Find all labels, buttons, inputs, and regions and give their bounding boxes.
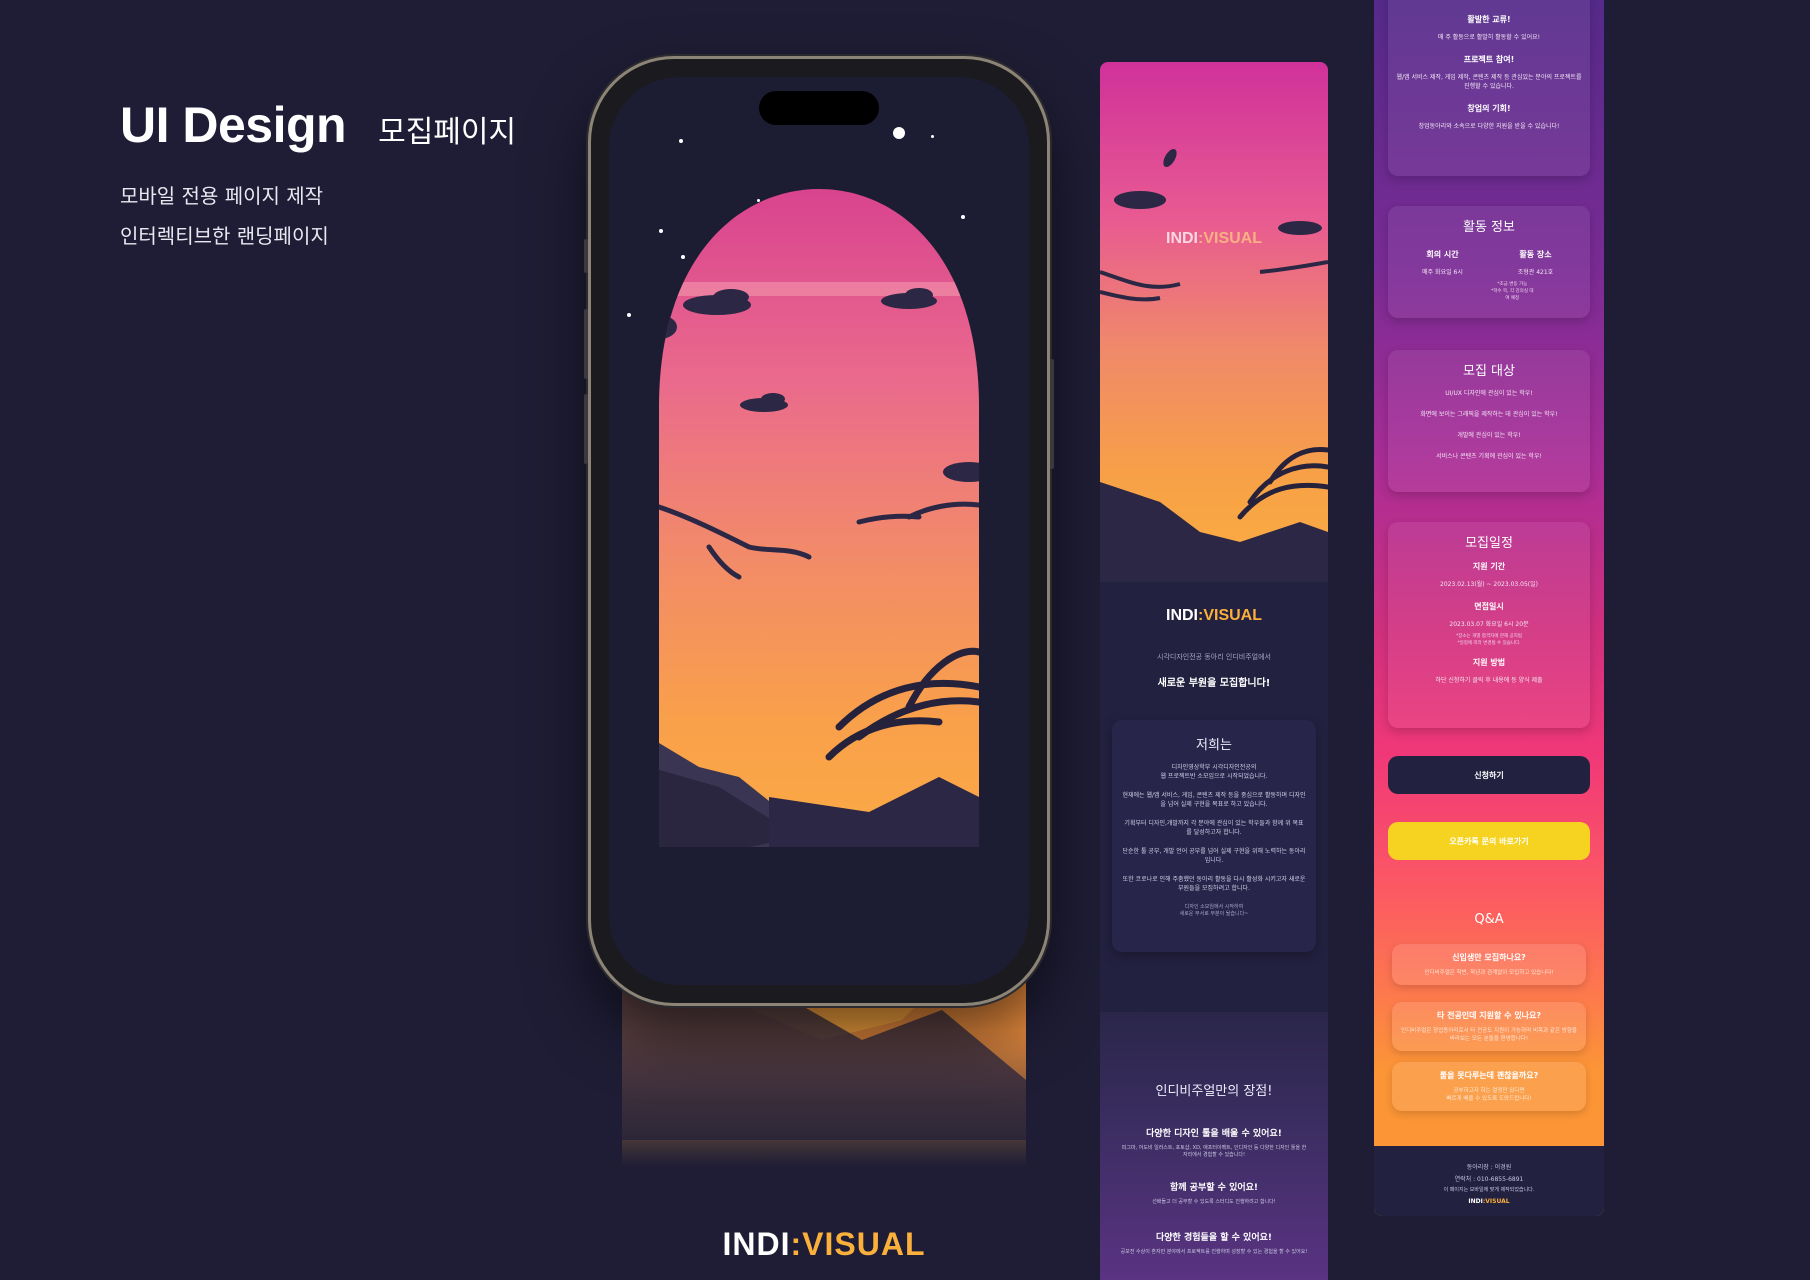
landing-preview-right[interactable]: 활발한 교류! 매 주 활동으로 활발히 활동할 수 있어요! 프로젝트 참여!… <box>1374 0 1604 1216</box>
sunset-illustration <box>659 189 979 847</box>
activity-title: 활동 정보 <box>1463 220 1515 235</box>
about-paragraph: 현재에는 웹/앱 서비스, 게임, 콘텐츠 제작 등을 중심으로 활동하며 디자… <box>1122 792 1306 808</box>
features-title: 인디비주얼만의 장점! <box>1155 1084 1273 1099</box>
phone-screen <box>609 77 1029 985</box>
reflection-logo: INDI:VISUAL <box>722 1226 926 1262</box>
qa-item[interactable]: 신입생만 모집하나요? 인디비주얼은 학번, 학년과 관계없이 모집하고 있습니… <box>1392 944 1586 985</box>
feature-title: 창업의 기회! <box>1467 104 1511 113</box>
feature-text: 공모전 수상이 혼자만 분야에서 프로젝트를 진행하며 성장할 수 있는 경험을… <box>1120 1249 1308 1255</box>
about-card: 저희는 디자인영상학부 시각디자인전공의 웹 프로젝트반 소모임으로 시작되었습… <box>1112 720 1316 952</box>
target-item: 화면에 보이는 그래픽을 제작하는 데 관심이 있는 학우! <box>1420 411 1558 418</box>
recruit-headline: 새로운 부원을 모집합니다! <box>1157 678 1271 689</box>
feature-title: 함께 공부할 수 있어요! <box>1169 1183 1259 1193</box>
about-title: 저희는 <box>1196 738 1232 753</box>
feature-title: 다양한 경험들을 할 수 있어요! <box>1156 1233 1272 1243</box>
feature-title: 다양한 디자인 툴을 배울 수 있어요! <box>1146 1129 1282 1139</box>
phone-mockup <box>584 56 1054 1006</box>
footer: 동아리장 : 이경원 연락처 : 010-6855-6891 이 페이지는 모바… <box>1374 1146 1604 1216</box>
hero-logo: INDI:VISUAL <box>1166 230 1262 247</box>
qa-item[interactable]: 타 전공인데 지원할 수 있나요? 인디비주얼은 창업동아리로서 타 전공도 지… <box>1392 1002 1586 1051</box>
description-line-2: 인터렉티브한 랜딩페이지 <box>120 224 329 248</box>
activity-card: 활동 정보 회의 시간 매주 화요일 6시 활동 장소 조형관 421호 *조금… <box>1388 206 1590 318</box>
apply-button[interactable]: 신청하기 <box>1388 756 1590 794</box>
activity-grid: 회의 시간 매주 화요일 6시 활동 장소 조형관 421호 *조금 변동 가능… <box>1396 245 1582 312</box>
method-label: 지원 방법 <box>1472 658 1506 667</box>
schedule-card: 모집일정 지원 기간 2023.02.13(월) ~ 2023.03.05(일)… <box>1388 522 1590 728</box>
qa-answer: 인디비주얼은 창업동아리로서 타 전공도 지원이 가능하며 비목과 같은 방향을… <box>1401 1028 1577 1042</box>
qa-item[interactable]: 툴을 못다루는데 괜찮을까요? 공부하고자 하는 열정만 있다면 빠르게 배울 … <box>1392 1062 1586 1111</box>
feature-text: 매 주 활동으로 활발히 활동할 수 있어요! <box>1437 34 1541 41</box>
activity-time: 회의 시간 매주 화요일 6시 <box>1422 250 1463 276</box>
footer-contact: 연락처 : 010-6855-6891 <box>1454 1176 1524 1183</box>
activity-place: 활동 장소 조형관 421호 *조금 변동 가능 *학수 목, 각 강의실 대여… <box>1491 250 1554 301</box>
top-features-card: 활발한 교류! 매 주 활동으로 활발히 활동할 수 있어요! 프로젝트 참여!… <box>1388 0 1590 176</box>
qa-title: Q&A <box>1474 912 1504 927</box>
qa-question: 신입생만 모집하나요? <box>1452 953 1526 962</box>
title-block: UI Design 모집페이지 모바일 전용 페이지 제작 인터렉티브한 랜딩페… <box>120 96 516 256</box>
interview-label: 면접일시 <box>1474 602 1504 611</box>
phone-power-button <box>1050 359 1054 469</box>
period-label: 지원 기간 <box>1472 562 1506 571</box>
footer-copyright: 이 페이지는 모바일에 맞게 제작되었습니다. <box>1443 1187 1535 1193</box>
description-line-1: 모바일 전용 페이지 제작 <box>120 184 324 208</box>
feature-title: 프로젝트 참여! <box>1463 55 1515 64</box>
hero-illustration: INDI:VISUAL <box>1100 62 1328 582</box>
kakao-chat-button[interactable]: 오픈카톡 문의 바로가기 <box>1388 822 1590 860</box>
page-title: UI Design <box>120 97 347 153</box>
intro-text: 시각디자인전공 동아리 인디비주얼에서 <box>1157 653 1271 661</box>
about-paragraph: 기획부터 디자인,개발까지 각 분야에 관심이 있는 학우들과 함께 위 목표를… <box>1124 820 1304 836</box>
feature-text: 창업동아리와 소속으로 다양한 지원을 받을 수 있습니다! <box>1418 123 1560 130</box>
phone-side-button <box>584 239 588 273</box>
footer-leader: 동아리장 : 이경원 <box>1466 1164 1512 1171</box>
about-paragraph: 디자인영상학부 시각디자인전공의 웹 프로젝트반 소모임으로 시작되었습니다. <box>1160 764 1268 780</box>
about-paragraph: 단순한 툴 공부, 개발 언어 공부를 넘어 실제 구현을 위해 노력하는 동아… <box>1122 848 1306 864</box>
schedule-title: 모집일정 <box>1465 536 1513 551</box>
footer-logo: INDI:VISUAL <box>1468 1198 1510 1205</box>
about-paragraph: 또한 코로나로 인해 주춤했던 동아리 활동을 다시 활성화 시키고자 새로운 … <box>1122 876 1306 892</box>
feature-text: 선배들고 더 공부할 수 있도록 스터디도 진행하려고 합니다! <box>1152 1199 1276 1205</box>
about-note: 디자인 소모임에서 시작하여 새로운 부서로 부분이 될습니다~ <box>1179 904 1249 917</box>
qa-question: 타 전공인데 지원할 수 있나요? <box>1436 1011 1542 1020</box>
phone-volume-up <box>584 309 588 379</box>
target-title: 모집 대상 <box>1463 364 1515 379</box>
hero-landscape <box>1100 148 1328 582</box>
feature-item: 함께 공부할 수 있어요! 선배들고 더 공부할 수 있도록 스터디도 진행하려… <box>1120 1180 1308 1206</box>
brand-logo: INDI:VISUAL <box>1166 607 1262 624</box>
target-item: 서비스나 콘텐츠 기획에 관심이 있는 학우! <box>1436 453 1542 460</box>
interview-note: *장소는 개별 합격자에 한해 공지됨 *일정에 따라 변경될 수 있습니다. <box>1456 634 1522 646</box>
landing-preview-middle[interactable]: INDI:VISUAL INDI:VISUAL 시각디자인전공 동아리 인디비주… <box>1100 62 1328 1280</box>
interview-value: 2023.03.07 화요일 6시 20분 <box>1449 621 1529 628</box>
target-item: 개발에 관심이 있는 학우! <box>1457 432 1521 439</box>
qa-answer: 공부하고자 하는 열정만 있다면 빠르게 배울 수 있도록 도와드립니다! <box>1446 1088 1532 1102</box>
qa-answer: 인디비주얼은 학번, 학년과 관계없이 모집하고 있습니다! <box>1424 970 1554 976</box>
feature-item: 다양한 디자인 툴을 배울 수 있어요! 피그마, 어도비 일러스트, 포토샵,… <box>1120 1126 1308 1159</box>
target-card: 모집 대상 UI/UX 디자인에 관심이 있는 학우! 화면에 보이는 그래픽을… <box>1388 350 1590 492</box>
qa-question: 툴을 못다루는데 괜찮을까요? <box>1439 1071 1539 1080</box>
feature-text: 웹/앱 서비스 제작, 게임 제작, 콘텐츠 제작 등 관심있는 분야의 프로젝… <box>1396 74 1582 90</box>
phone-volume-down <box>584 394 588 464</box>
period-value: 2023.02.13(월) ~ 2023.03.05(일) <box>1440 581 1538 588</box>
feature-title: 활발한 교류! <box>1467 15 1511 24</box>
method-value: 하단 신청하기 클릭 후 내용에 등 양식 제출 <box>1435 677 1543 684</box>
description: 모바일 전용 페이지 제작 인터렉티브한 랜딩페이지 <box>120 176 516 256</box>
target-item: UI/UX 디자인에 관심이 있는 학우! <box>1445 390 1533 397</box>
feature-item: 다양한 경험들을 할 수 있어요! 공모전 수상이 혼자만 분야에서 프로젝트를… <box>1120 1230 1308 1256</box>
page-subtitle: 모집페이지 <box>378 115 517 150</box>
feature-text: 피그마, 어도비 일러스트, 포토샵, XD, 애프터이펙트, 인디자인 등 다… <box>1121 1145 1307 1158</box>
